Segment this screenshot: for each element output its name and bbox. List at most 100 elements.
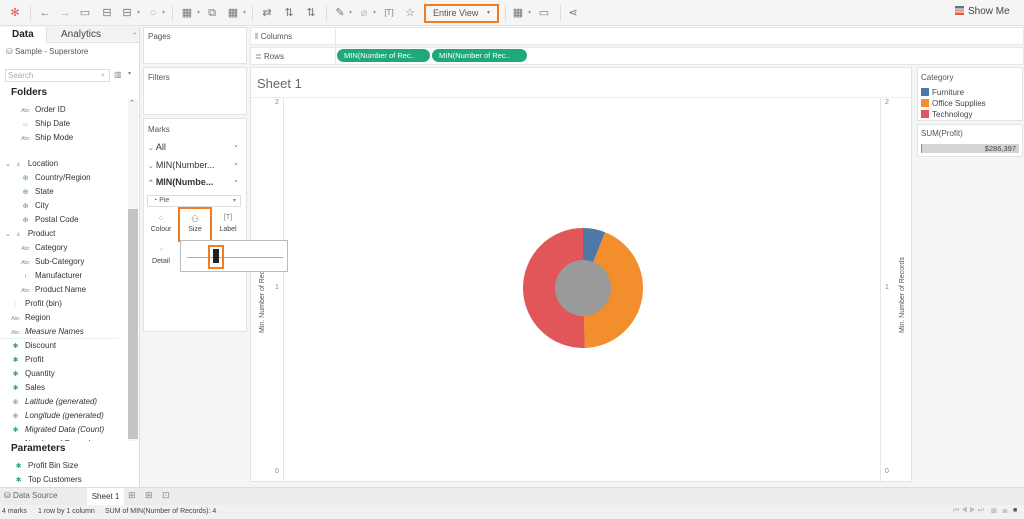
new-worksheet-icon[interactable]: ⊞ xyxy=(128,490,136,501)
row-pill[interactable]: MIN(Number of Rec.. xyxy=(432,49,527,62)
field-item[interactable]: Abc Measure Names xyxy=(10,327,84,336)
field-item[interactable]: ⊕ Latitude (generated) xyxy=(10,397,98,406)
chevron-down-icon[interactable]: ▾ xyxy=(373,6,376,20)
field-item[interactable]: Abc Product Name xyxy=(20,285,86,294)
tab-nav-icons[interactable]: ⏮ ◀ ▶ ⏭ xyxy=(953,507,984,515)
show-cards-icon[interactable]: ▦ xyxy=(511,6,525,20)
fit-dropdown[interactable]: Entire View ▾ xyxy=(424,4,499,23)
field-item[interactable]: ✱ Quantity xyxy=(10,369,55,378)
pie-chart[interactable] xyxy=(513,218,653,358)
group-icon[interactable]: ⌀ xyxy=(357,6,371,20)
pause-updates-icon[interactable]: ⊟ xyxy=(120,6,134,20)
filmstrip-icon[interactable]: ≣ xyxy=(1002,507,1008,515)
columns-shelf[interactable]: ⫴ Columns xyxy=(250,27,1024,45)
row-pill[interactable]: MIN(Number of Rec.. xyxy=(337,49,430,62)
mark-type-dropdown[interactable]: ◔ Pie ▾ xyxy=(147,195,241,207)
datasource-label: Sample - Superstore xyxy=(14,47,89,56)
new-worksheet-icon[interactable]: ▦ xyxy=(180,6,194,20)
field-item[interactable]: ⌄ ♙ Location xyxy=(5,159,58,168)
detail-button[interactable]: ⁖ Detail xyxy=(147,243,175,273)
size-slider-handle[interactable] xyxy=(212,249,219,263)
chevron-down-icon[interactable]: ▾ xyxy=(349,6,352,20)
pie-inner-circle[interactable] xyxy=(555,260,611,316)
tabs-view-icon[interactable]: ■ xyxy=(1013,507,1017,514)
field-item[interactable]: ✱ Profit xyxy=(10,355,44,364)
datasource-tab[interactable]: ⛁ Data Source xyxy=(4,491,57,500)
scrollbar-thumb[interactable] xyxy=(128,209,138,439)
chevron-down-icon[interactable]: ⌄ xyxy=(5,161,13,168)
swap-icon[interactable]: ⇄ xyxy=(260,6,274,20)
legend-item-furniture[interactable]: Furniture xyxy=(921,88,964,97)
measure-icon: ✱ xyxy=(12,357,19,364)
redo-icon[interactable]: → xyxy=(58,6,72,20)
field-item[interactable]: ⌇ Manufacturer xyxy=(20,271,82,280)
save-icon[interactable]: ▭ xyxy=(78,6,92,20)
field-item[interactable]: ▭ Ship Date xyxy=(20,119,70,128)
field-item[interactable]: ⊕ State xyxy=(20,187,54,196)
size-slider-highlight xyxy=(207,245,224,269)
chevron-down-icon[interactable]: ▾ xyxy=(243,6,246,20)
sheet-tab[interactable]: Sheet 1 xyxy=(87,488,124,505)
legend-title: Category xyxy=(921,73,954,82)
size-button[interactable]: ⚇ Size xyxy=(181,211,209,241)
new-dashboard-icon[interactable]: ⊞ xyxy=(145,490,153,501)
field-item[interactable]: ⫶ Profit (bin) xyxy=(10,299,62,308)
filters-card[interactable]: Filters xyxy=(143,67,247,115)
sort-ascending-icon[interactable]: ⇅ xyxy=(282,6,296,20)
chevron-down-icon[interactable]: ▾ xyxy=(528,6,531,20)
legend-item-office-supplies[interactable]: Office Supplies xyxy=(921,99,986,108)
field-item[interactable]: ⊕ Longitude (generated) xyxy=(10,411,104,420)
field-item[interactable]: ✱ Sales xyxy=(10,383,45,392)
colour-button[interactable]: ⁘ Colour xyxy=(147,211,175,241)
field-item[interactable]: Abc Category xyxy=(20,243,67,252)
field-item[interactable]: Abc Order ID xyxy=(20,105,65,114)
field-item[interactable]: ⊕ City xyxy=(20,201,49,210)
field-item[interactable]: Abc Ship Mode xyxy=(20,133,73,142)
show-me-button[interactable]: Show Me xyxy=(955,6,1010,17)
field-item[interactable]: ⊕ Country/Region xyxy=(20,173,91,182)
field-item[interactable]: ✱ Migrated Data (Count) xyxy=(10,425,105,434)
tab-analytics[interactable]: Analytics • xyxy=(46,27,139,43)
tab-data[interactable]: Data xyxy=(0,27,46,43)
datasource-item[interactable]: ⛁ Sample - Superstore xyxy=(6,47,88,56)
field-list-scrollbar[interactable]: ⌃ ⌄ xyxy=(128,99,138,469)
parameter-item[interactable]: ✱ Top Customers xyxy=(13,475,82,484)
pane-menu-icon[interactable]: • xyxy=(134,27,136,43)
marks-row-min-1[interactable]: ⌄ MIN(Number... ◔ xyxy=(148,160,238,170)
field-item[interactable]: ⊕ Postal Code xyxy=(20,215,79,224)
highlight-icon[interactable]: ✎ xyxy=(333,6,347,20)
undo-icon[interactable]: ← xyxy=(38,6,52,20)
chevron-down-icon[interactable]: ▾ xyxy=(197,6,200,20)
chevron-down-icon[interactable]: ⌄ xyxy=(5,231,13,238)
new-datasource-icon[interactable]: ⊟ xyxy=(100,6,114,20)
marks-row-min-2[interactable]: ⌃ MIN(Numbe... ◔ xyxy=(148,177,238,187)
label-icon[interactable]: [T] xyxy=(382,6,396,20)
field-item[interactable]: Abc Region xyxy=(10,313,50,322)
legend-item-technology[interactable]: Technology xyxy=(921,110,972,119)
share-icon[interactable]: ⋖ xyxy=(566,6,580,20)
chevron-down-icon[interactable]: ▾ xyxy=(162,6,165,20)
sort-descending-icon[interactable]: ⇅ xyxy=(304,6,318,20)
new-story-icon[interactable]: ⊡ xyxy=(162,490,170,501)
tableau-logo-icon[interactable]: ✻ xyxy=(8,6,22,20)
view-toggle-icon[interactable]: ▥ xyxy=(114,70,122,79)
marks-row-all[interactable]: ⌄ All ◔ xyxy=(148,142,238,152)
label-button[interactable]: [T] Label xyxy=(214,211,242,241)
pages-card[interactable]: Pages xyxy=(143,27,247,64)
field-item[interactable]: ✱ Discount xyxy=(0,338,118,350)
presentation-icon[interactable]: ▭ xyxy=(537,6,551,20)
duplicate-icon[interactable]: ⧉ xyxy=(205,6,219,20)
pin-icon[interactable]: ☆ xyxy=(403,6,417,20)
refresh-icon[interactable]: ○ xyxy=(146,6,160,20)
category-legend: Category Furniture Office Supplies Techn… xyxy=(917,67,1023,121)
scroll-up-icon[interactable]: ⌃ xyxy=(129,99,135,107)
search-input[interactable]: Search ⌕ xyxy=(5,69,110,82)
clear-sheet-icon[interactable]: ▦ xyxy=(226,6,240,20)
colour-icon: ⁘ xyxy=(157,214,165,223)
parameter-item[interactable]: ✱ Profit Bin Size xyxy=(13,461,79,470)
chevron-down-icon[interactable]: ▾ xyxy=(137,6,140,20)
field-item[interactable]: ⌄ ♙ Product xyxy=(5,229,55,238)
sheet-sorter-icon[interactable]: ⊞ xyxy=(991,507,997,515)
field-item[interactable]: Abc Sub-Category xyxy=(20,257,84,266)
chevron-down-icon[interactable]: ▾ xyxy=(128,70,131,77)
